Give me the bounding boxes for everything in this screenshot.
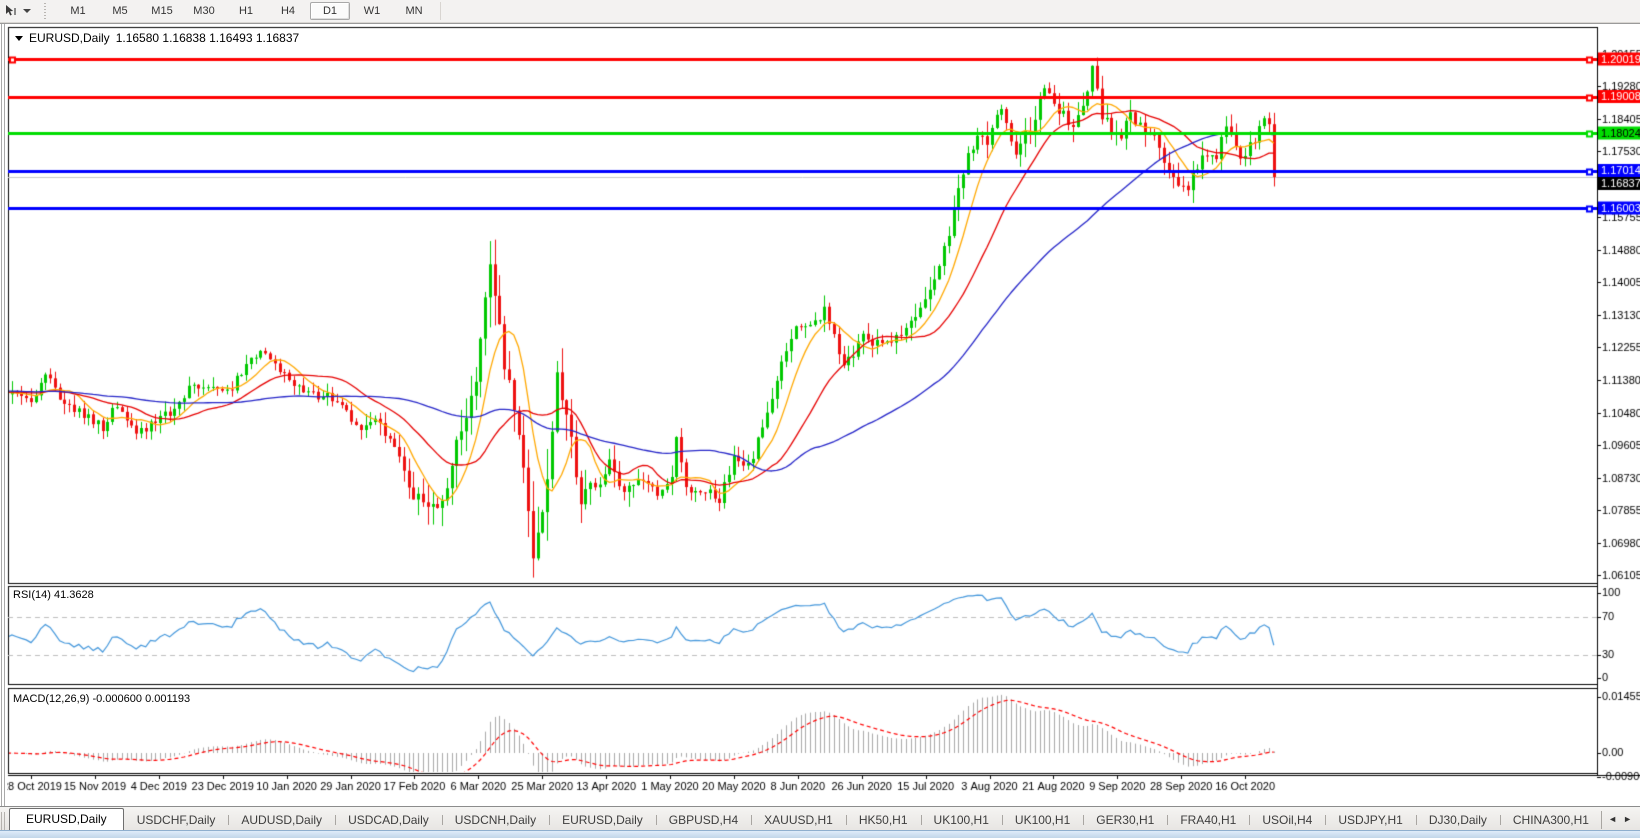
tab-item[interactable]: CHINA300,H1 [1500, 810, 1601, 831]
tab-item[interactable]: USDCAD,Daily [335, 810, 442, 831]
tf-button-h4[interactable]: H4 [268, 2, 308, 20]
tf-button-w1[interactable]: W1 [352, 2, 392, 20]
window-bottom-edge [0, 830, 1640, 838]
rsi-indicator-label: RSI(14) 41.3628 [13, 589, 94, 601]
tf-button-m5[interactable]: M5 [100, 2, 140, 20]
tab-scrollers: ◄ ► [1601, 811, 1640, 829]
tab-bar-grip [1, 812, 7, 830]
tab-item[interactable]: USOil,H4 [1249, 810, 1325, 831]
window-splitter[interactable] [0, 24, 7, 806]
tf-button-m30[interactable]: M30 [184, 2, 224, 20]
tf-button-m1[interactable]: M1 [58, 2, 98, 20]
tab-item[interactable]: UK100,H1 [921, 810, 1002, 831]
macd-indicator-label: MACD(12,26,9) -0.000600 0.001193 [13, 693, 190, 705]
tab-item[interactable]: GER30,H1 [1083, 810, 1167, 831]
chart-title-ohlc: 1.16580 1.16838 1.16493 1.16837 [116, 31, 300, 45]
tab-item[interactable]: DJ30,Daily [1416, 810, 1500, 831]
chart-collapse-icon[interactable] [15, 36, 23, 41]
cursor-tool-icon [4, 4, 18, 18]
timeframe-buttons: M1M5M15M30H1H4D1W1MN [54, 2, 434, 20]
tab-item[interactable]: FRA40,H1 [1167, 810, 1249, 831]
toolbar-separator [440, 2, 441, 20]
tab-item[interactable]: GBPUSD,H4 [656, 810, 751, 831]
tab-item[interactable]: EURUSD,Daily [549, 810, 656, 831]
tf-button-m15[interactable]: M15 [142, 2, 182, 20]
tab-item[interactable]: USDCNH,Daily [442, 810, 549, 831]
tab-scroll-left-icon[interactable]: ◄ [1608, 815, 1617, 824]
cursor-tool-dropdown-icon[interactable] [23, 9, 31, 13]
chart-canvas[interactable] [0, 24, 1640, 806]
tab-item[interactable]: HK50,H1 [846, 810, 921, 831]
tab-item-active[interactable]: EURUSD,Daily [9, 808, 124, 831]
cursor-tool-button[interactable] [0, 1, 35, 21]
tab-item[interactable]: USDCHF,Daily [124, 810, 229, 831]
toolbar-grip[interactable] [43, 3, 48, 19]
tab-scroll-right-icon[interactable]: ► [1623, 815, 1632, 824]
chart-tab-bar: EURUSD,DailyUSDCHF,DailyAUDUSD,DailyUSDC… [0, 806, 1640, 831]
symbol-tabs: EURUSD,DailyUSDCHF,DailyAUDUSD,DailyUSDC… [9, 807, 1601, 831]
chart-title: EURUSD,Daily 1.16580 1.16838 1.16493 1.1… [15, 31, 299, 45]
tab-item[interactable]: AUDUSD,Daily [228, 810, 335, 831]
tf-button-mn[interactable]: MN [394, 2, 434, 20]
tf-button-h1[interactable]: H1 [226, 2, 266, 20]
chart-title-symbol: EURUSD,Daily [29, 31, 110, 45]
timeframe-toolbar: M1M5M15M30H1H4D1W1MN [0, 0, 1640, 23]
tf-button-d1[interactable]: D1 [310, 2, 350, 20]
tab-item[interactable]: XAUUSD,H1 [751, 810, 846, 831]
mt4-window: M1M5M15M30H1H4D1W1MN EURUSD,Daily 1.1658… [0, 0, 1640, 838]
tab-item[interactable]: USDJPY,H1 [1325, 810, 1415, 831]
tab-item[interactable]: UK100,H1 [1002, 810, 1083, 831]
